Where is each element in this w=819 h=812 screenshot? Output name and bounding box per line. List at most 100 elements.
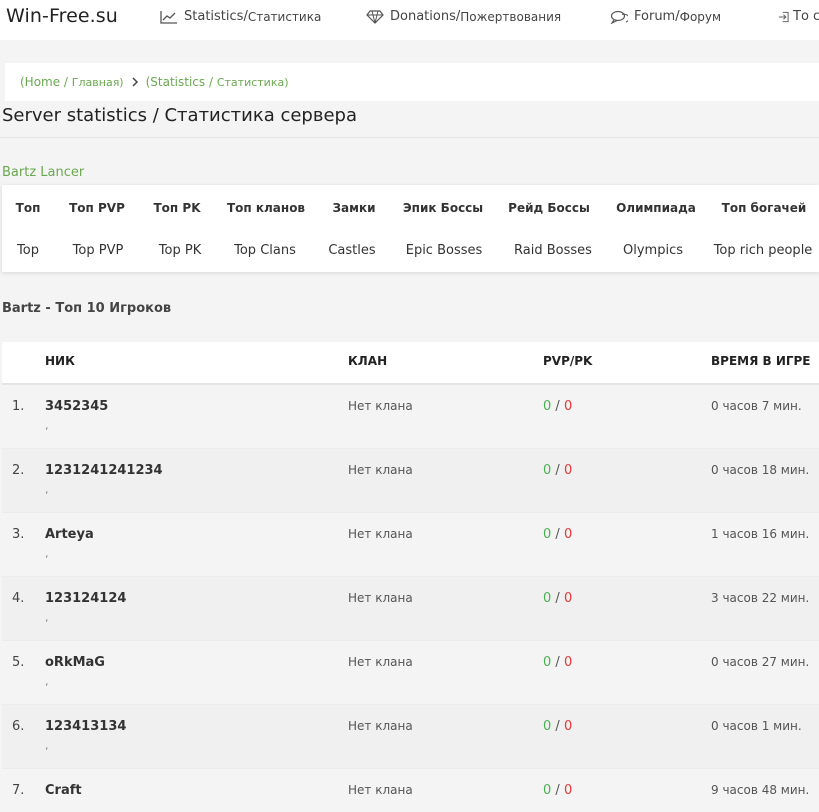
player-pvp-pk: 0 / 0	[543, 463, 572, 478]
player-clan: Нет клана	[348, 719, 413, 733]
player-pvp-pk: 0 / 0	[543, 527, 572, 542]
header-nick: НИК	[45, 354, 75, 368]
player-nick[interactable]: 123124124	[45, 591, 126, 606]
tab-top-clans[interactable]: Top Clans	[234, 243, 296, 258]
player-playtime: 9 часов 48 мин.	[711, 783, 810, 797]
pvp-separator: /	[551, 655, 564, 670]
page-title: Server statistics / Статистика сервера	[2, 105, 357, 126]
tab-castles[interactable]: Castles	[328, 243, 375, 258]
server-name-link[interactable]: Bartz Lancer	[2, 165, 84, 180]
player-nick[interactable]: oRkMaG	[45, 655, 105, 670]
login-icon	[778, 11, 789, 22]
nav-statistics-label: Statistics	[184, 9, 244, 24]
players-table: НИК КЛАН PVP/PK ВРЕМЯ В ИГРЕ 1. 3452345, Н…	[2, 342, 819, 812]
pvp-separator: /	[551, 719, 564, 734]
player-sub: ,	[45, 739, 49, 752]
player-pvp-pk: 0 / 0	[543, 399, 572, 414]
nav-donations[interactable]: Donations / Пожертвования	[366, 9, 561, 24]
diamond-icon	[366, 9, 384, 24]
nav-login[interactable]: То с	[778, 9, 819, 24]
player-clan: Нет клана	[348, 463, 413, 477]
player-nick[interactable]: 123413134	[45, 719, 126, 734]
player-playtime: 0 часов 27 мин.	[711, 655, 810, 669]
player-sub: ,	[45, 611, 49, 624]
player-clan: Нет клана	[348, 527, 413, 541]
section-heading: Bartz - Топ 10 Игроков	[2, 301, 172, 316]
top-navbar: Win-Free.su Statistics / Статистика Dona…	[0, 0, 819, 40]
tab-castles-ru[interactable]: Замки	[333, 201, 376, 215]
tab-top-rich[interactable]: Top rich people	[714, 243, 813, 258]
chevron-right-icon	[132, 77, 138, 87]
table-header: НИК КЛАН PVP/PK ВРЕМЯ В ИГРЕ	[2, 342, 819, 385]
tab-raid-bosses-ru[interactable]: Рейд Боссы	[508, 201, 590, 215]
player-sub: ,	[45, 547, 49, 560]
pvp-separator: /	[551, 591, 564, 606]
pk-count: 0	[563, 591, 573, 606]
pk-count: 0	[563, 783, 573, 798]
nav-forum[interactable]: Forum / Форум	[610, 9, 721, 24]
breadcrumb-current[interactable]: (Statistics / Статистика)	[146, 75, 289, 89]
player-pvp-pk: 0 / 0	[543, 719, 572, 734]
player-nick[interactable]: Craft	[45, 783, 82, 798]
table-row: 7. Craft Нет клана 0 / 0 9 часов 48 мин.	[2, 769, 819, 812]
nav-donations-label: Donations	[390, 9, 456, 24]
row-number: 5.	[12, 655, 25, 670]
tab-top-clans-ru[interactable]: Топ кланов	[227, 201, 305, 215]
breadcrumb: (Home / Главная) (Statistics / Статистик…	[5, 63, 819, 101]
stat-tabs: Топ Топ PVP Топ PK Топ кланов Замки Эпик…	[2, 185, 819, 272]
player-playtime: 0 часов 18 мин.	[711, 463, 810, 477]
pvp-separator: /	[551, 783, 564, 798]
pvp-separator: /	[551, 399, 564, 414]
player-playtime: 3 часов 22 мин.	[711, 591, 810, 605]
row-number: 1.	[12, 399, 25, 414]
tab-top-ru[interactable]: Топ	[16, 201, 41, 215]
tab-top-pk-ru[interactable]: Топ PK	[154, 201, 201, 215]
player-pvp-pk: 0 / 0	[543, 655, 572, 670]
table-row: 4. 123124124, Нет клана 0 / 0 3 часов 22 мин…	[2, 577, 819, 641]
player-pvp-pk: 0 / 0	[543, 783, 572, 798]
player-sub: ,	[45, 483, 49, 496]
tab-top-pvp-ru[interactable]: Топ PVP	[69, 201, 125, 215]
pk-count: 0	[563, 719, 573, 734]
table-row: 1. 3452345, Нет клана 0 / 0 0 часов 7 мин.	[2, 385, 819, 449]
pk-count: 0	[563, 527, 573, 542]
chart-line-icon	[160, 10, 177, 24]
tab-top-pvp[interactable]: Top PVP	[73, 243, 124, 258]
row-number: 7.	[12, 783, 25, 798]
tab-top-pk[interactable]: Top PK	[159, 243, 201, 258]
pk-count: 0	[563, 399, 573, 414]
tab-olympics-ru[interactable]: Олимпиада	[616, 201, 696, 215]
table-row: 2. 1231241241234, Нет клана 0 / 0 0 часов 18…	[2, 449, 819, 513]
player-playtime: 0 часов 1 мин.	[711, 719, 802, 733]
nav-statistics[interactable]: Statistics / Статистика	[160, 9, 321, 24]
tab-epic-bosses[interactable]: Epic Bosses	[406, 243, 483, 258]
breadcrumb-home[interactable]: (Home / Главная)	[20, 75, 124, 89]
tab-rich-ru[interactable]: Топ богачей	[722, 201, 807, 215]
player-sub: ,	[45, 675, 49, 688]
player-clan: Нет клана	[348, 591, 413, 605]
player-nick[interactable]: Arteya	[45, 527, 94, 542]
pk-count: 0	[563, 655, 573, 670]
header-pvppk: PVP/PK	[543, 354, 593, 368]
player-playtime: 1 часов 16 мин.	[711, 527, 810, 541]
player-clan: Нет клана	[348, 655, 413, 669]
pvp-separator: /	[551, 527, 564, 542]
table-row: 3. Arteya, Нет клана 0 / 0 1 часов 16 мин.	[2, 513, 819, 577]
player-clan: Нет клана	[348, 783, 413, 797]
table-row: 6. 123413134, Нет клана 0 / 0 0 часов 1 мин.	[2, 705, 819, 769]
player-nick[interactable]: 3452345	[45, 399, 108, 414]
site-logo[interactable]: Win-Free.su	[6, 5, 118, 27]
table-row: 5. oRkMaG, Нет клана 0 / 0 0 часов 27 мин.	[2, 641, 819, 705]
tab-raid-bosses[interactable]: Raid Bosses	[514, 243, 592, 258]
nav-forum-label: Forum	[634, 9, 676, 24]
player-pvp-pk: 0 / 0	[543, 591, 572, 606]
header-clan: КЛАН	[348, 354, 388, 368]
row-number: 3.	[12, 527, 25, 542]
tab-olympics[interactable]: Olympics	[623, 243, 683, 258]
row-number: 6.	[12, 719, 25, 734]
player-clan: Нет клана	[348, 399, 413, 413]
tab-epic-bosses-ru[interactable]: Эпик Боссы	[403, 201, 483, 215]
tab-top[interactable]: Top	[17, 243, 39, 258]
player-nick[interactable]: 1231241241234	[45, 463, 163, 478]
player-playtime: 0 часов 7 мин.	[711, 399, 802, 413]
